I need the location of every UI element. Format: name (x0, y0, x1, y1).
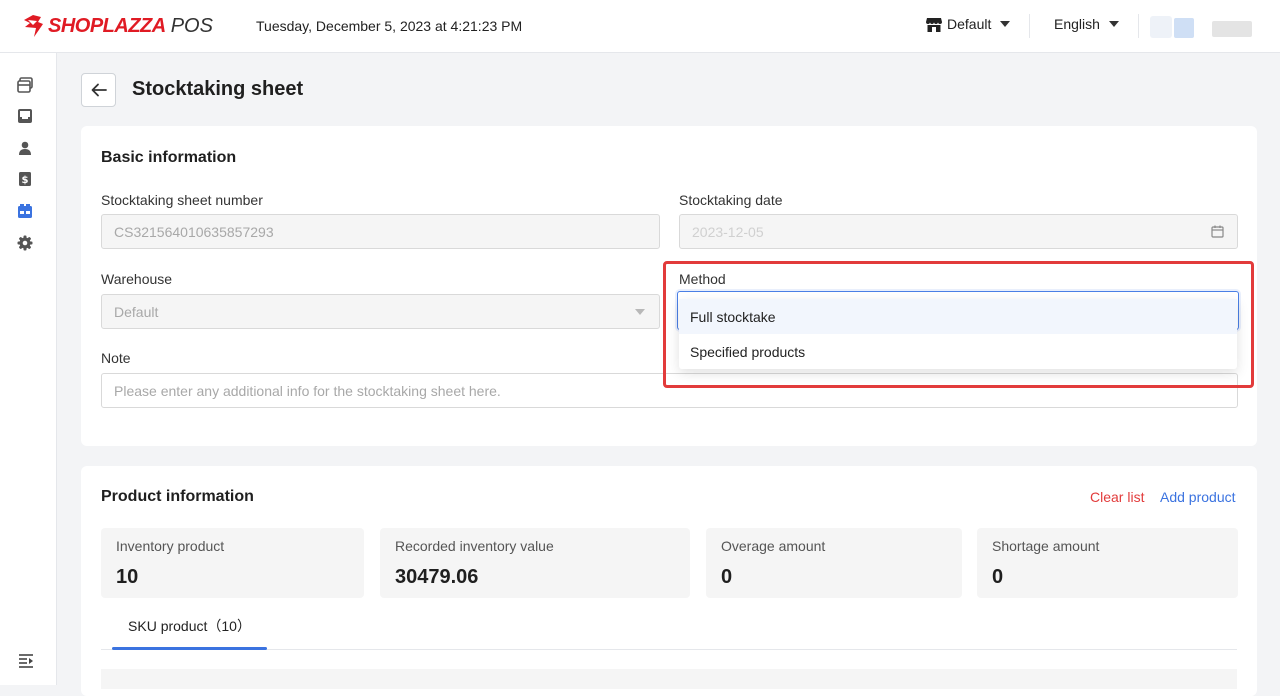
logo-text: SHOPLAZZA (48, 14, 166, 37)
user-account-menu[interactable] (1150, 12, 1270, 42)
stat-value: 30479.06 (395, 566, 479, 588)
avatar (1174, 18, 1194, 38)
add-product-button[interactable]: Add product (1160, 489, 1236, 505)
calendar-icon (1211, 225, 1224, 238)
method-label: Method (679, 271, 726, 287)
method-dropdown: Full stocktake Specified products (679, 299, 1237, 369)
shoplazza-logo[interactable]: SHOPLAZZA POS (22, 13, 213, 39)
product-information-title: Product information (101, 488, 254, 505)
inbox-icon[interactable] (17, 108, 33, 124)
current-datetime: Tuesday, December 5, 2023 at 4:21:23 PM (256, 18, 523, 34)
stat-label: Overage amount (721, 538, 826, 554)
sheet-number-field: CS321564010635857293 (101, 214, 660, 249)
sidebar: $ (0, 53, 57, 685)
stocktaking-date-label: Stocktaking date (679, 192, 783, 208)
tab-bar-divider (101, 649, 1237, 650)
note-placeholder: Please enter any additional info for the… (114, 382, 501, 399)
warehouse-value: Default (114, 303, 159, 320)
back-button[interactable] (81, 73, 116, 107)
stocktaking-date-field: 2023-12-05 (679, 214, 1238, 249)
language-name: English (1054, 16, 1100, 32)
store-name: Default (947, 16, 992, 32)
store-selector[interactable]: Default (926, 16, 1011, 32)
stocktaking-date-value: 2023-12-05 (692, 223, 764, 240)
customer-icon[interactable] (17, 140, 33, 156)
svg-text:$: $ (22, 175, 29, 186)
finance-icon[interactable]: $ (17, 171, 33, 187)
clear-list-button[interactable]: Clear list (1090, 489, 1144, 505)
basic-information-title: Basic information (101, 149, 237, 166)
stat-label: Recorded inventory value (395, 538, 554, 554)
arrow-left-icon (91, 83, 107, 97)
stat-value: 10 (116, 566, 139, 588)
sheet-number-value: CS321564010635857293 (114, 223, 274, 240)
active-tab-indicator (112, 647, 267, 650)
avatar-placeholder (1150, 16, 1172, 38)
account-name-redacted (1212, 21, 1252, 37)
note-input[interactable]: Please enter any additional info for the… (101, 373, 1238, 408)
stat-label: Shortage amount (992, 538, 1100, 554)
page-title: Stocktaking sheet (132, 78, 304, 100)
product-table-header (101, 669, 1237, 689)
method-option-specified-products[interactable]: Specified products (679, 334, 1237, 369)
collapse-menu-icon[interactable] (18, 653, 34, 669)
logo-suffix: POS (170, 14, 213, 37)
stat-label: Inventory product (116, 538, 225, 554)
orders-icon[interactable] (17, 77, 33, 93)
header-divider (1029, 14, 1030, 38)
top-bar: SHOPLAZZA POS Tuesday, December 5, 2023 … (0, 0, 1280, 53)
chevron-down-icon (1108, 21, 1119, 27)
shoplazza-logo-icon (24, 15, 43, 37)
header-divider (1138, 14, 1139, 38)
stat-value: 0 (992, 566, 1004, 588)
stat-value: 0 (721, 566, 733, 588)
chevron-down-icon (1000, 21, 1011, 27)
chevron-down-icon (635, 309, 645, 315)
language-selector[interactable]: English (1054, 16, 1119, 32)
stat-card-recorded-inventory-value: Recorded inventory value 30479.06 (380, 528, 690, 598)
store-icon (926, 17, 942, 32)
stat-card-overage-amount: Overage amount 0 (706, 528, 962, 598)
settings-icon[interactable] (17, 235, 33, 251)
sheet-number-label: Stocktaking sheet number (101, 192, 263, 208)
note-label: Note (101, 350, 131, 366)
stat-card-inventory-product: Inventory product 10 (101, 528, 364, 598)
warehouse-select: Default (101, 294, 660, 329)
method-option-full-stocktake[interactable]: Full stocktake (679, 299, 1237, 334)
stat-card-shortage-amount: Shortage amount 0 (977, 528, 1238, 598)
warehouse-label: Warehouse (101, 271, 173, 287)
inventory-icon[interactable] (17, 203, 33, 219)
tab-sku-product[interactable]: SKU product（10） (112, 614, 267, 650)
